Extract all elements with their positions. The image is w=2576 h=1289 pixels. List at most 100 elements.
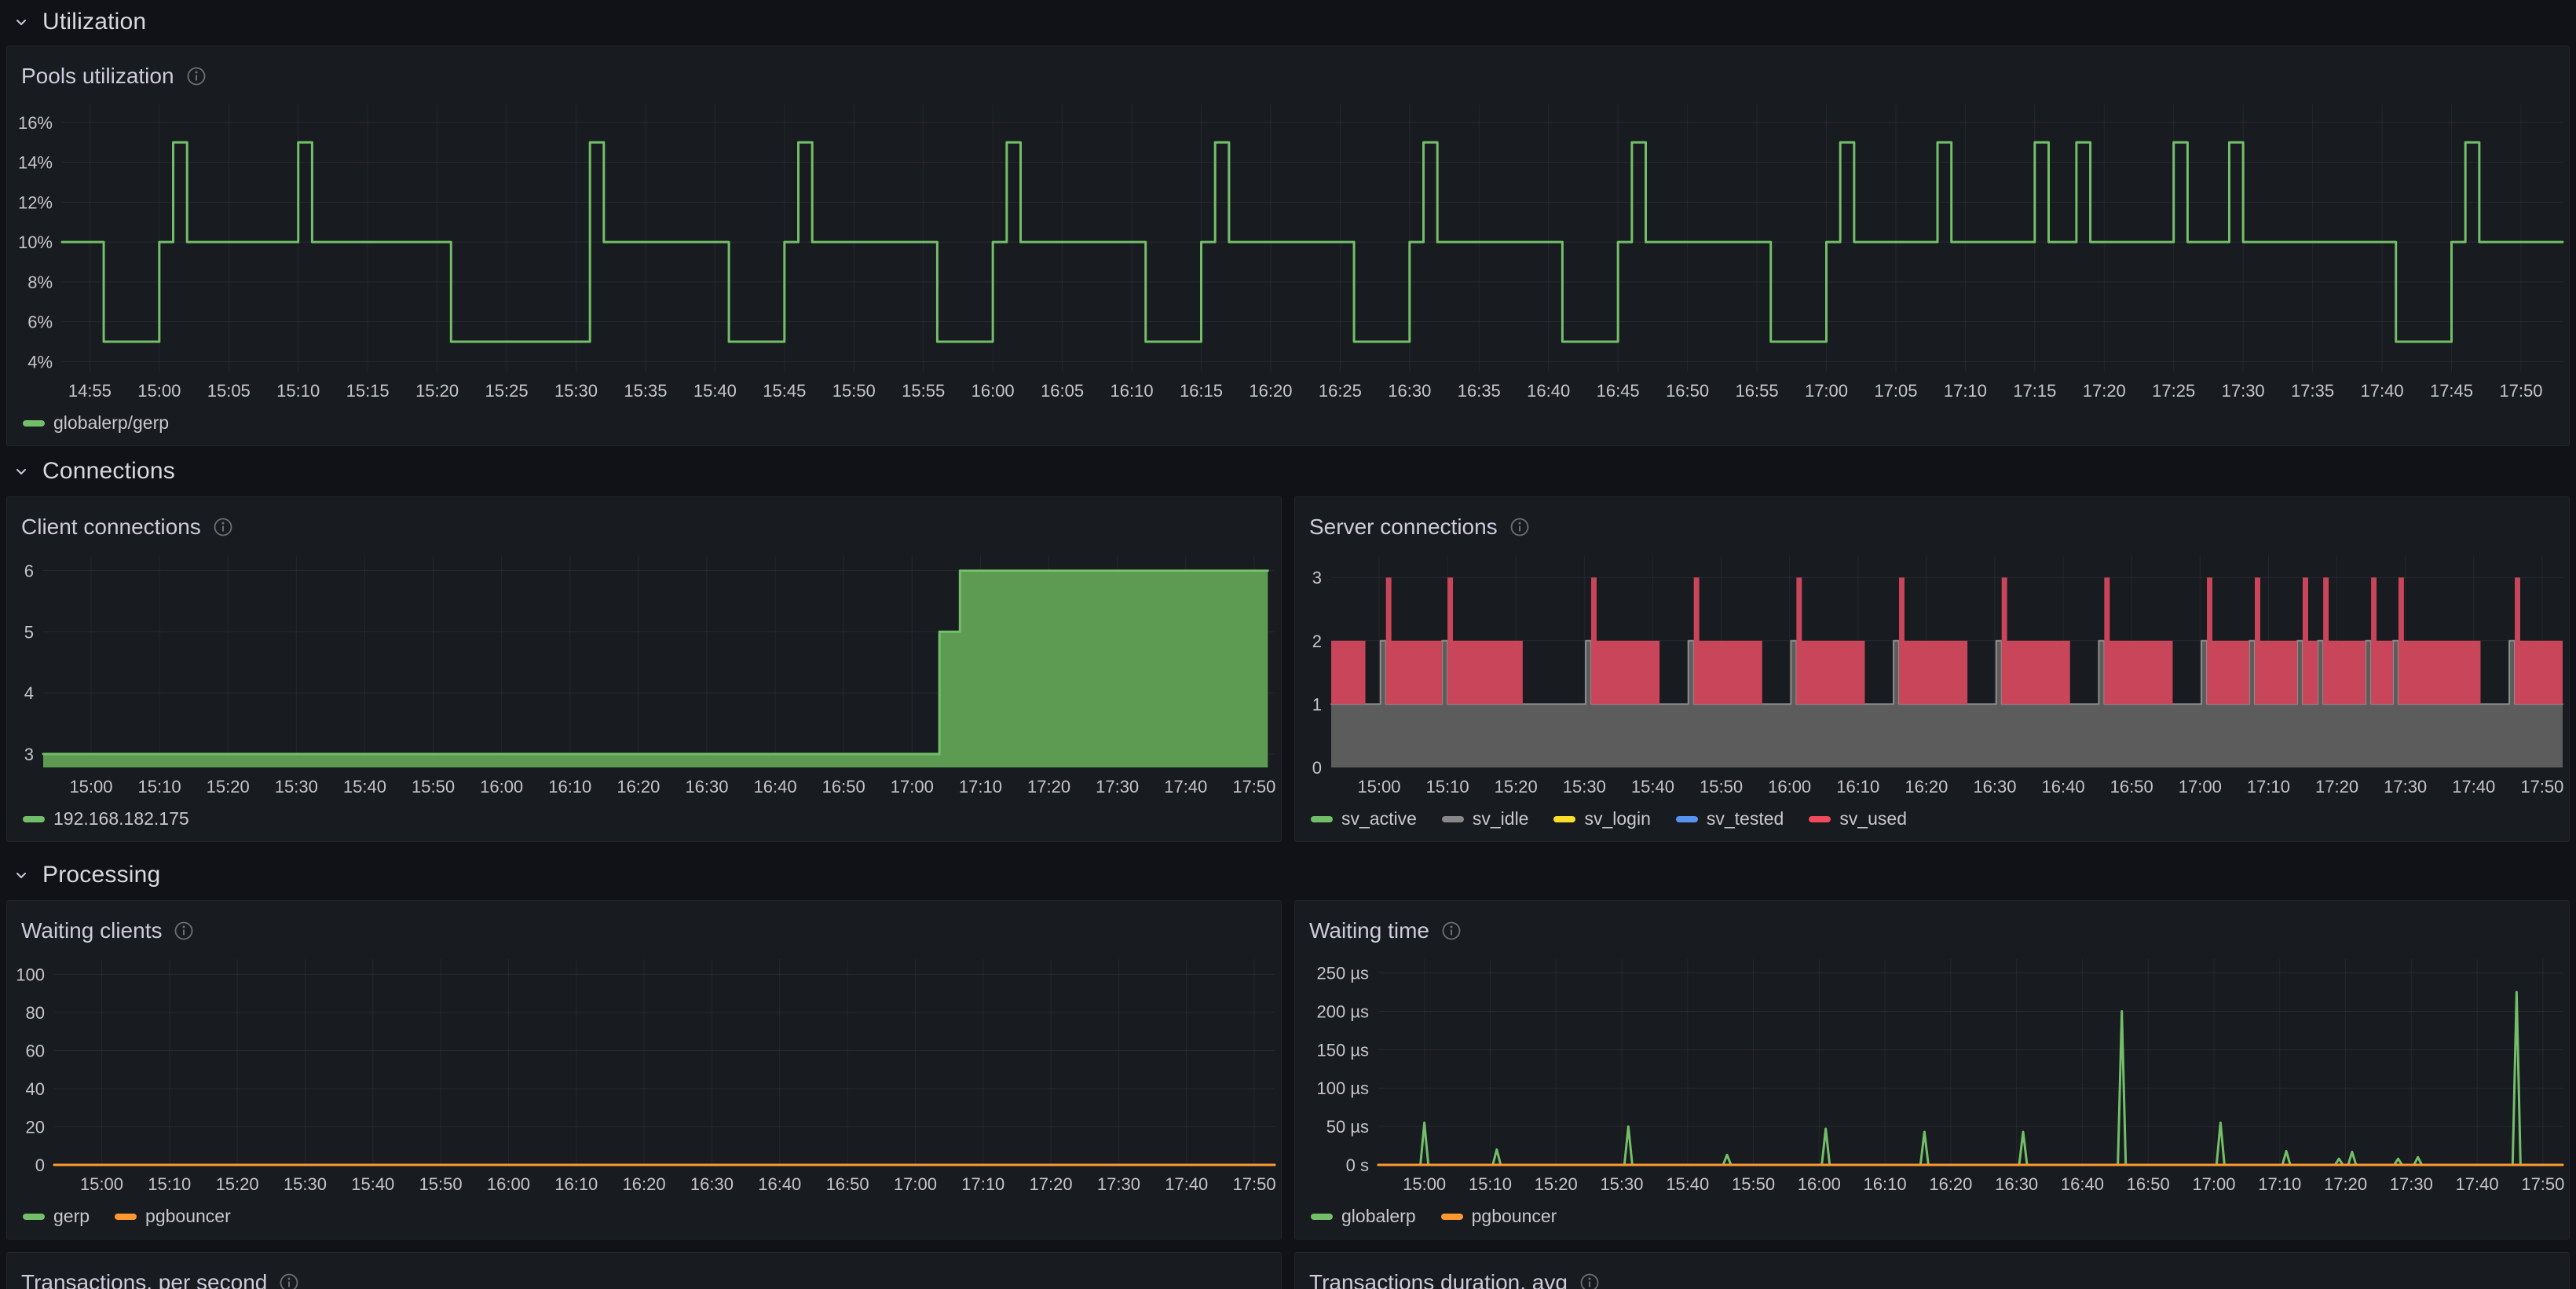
svg-text:0: 0 <box>1312 758 1322 778</box>
svg-text:17:50: 17:50 <box>2521 1174 2564 1194</box>
legend-label: pgbouncer <box>145 1206 231 1227</box>
legend-item[interactable]: sv_used <box>1809 808 1907 829</box>
legend-item[interactable]: 192.168.182.175 <box>23 808 189 829</box>
legend-label: sv_used <box>1839 808 1907 829</box>
svg-text:16:10: 16:10 <box>1111 381 1154 401</box>
legend-item[interactable]: sv_login <box>1553 808 1650 829</box>
svg-text:200 µs: 200 µs <box>1317 1002 1370 1021</box>
svg-text:3: 3 <box>24 745 34 764</box>
section-title: Processing <box>42 862 160 888</box>
svg-text:16:20: 16:20 <box>617 777 660 796</box>
panel-header[interactable]: Transactions duration, avg <box>1295 1253 2569 1289</box>
svg-text:15:45: 15:45 <box>763 381 806 401</box>
pools-utilization-chart[interactable]: 4%6%8%10%12%14%16%14:5515:0015:0515:1015… <box>7 97 2569 408</box>
svg-text:16:50: 16:50 <box>1666 381 1709 401</box>
panel-pools-utilization: Pools utilization 4%6%8%10%12%14%16%14:5… <box>6 46 2570 446</box>
section-header-processing[interactable]: Processing <box>0 853 160 897</box>
svg-text:15:20: 15:20 <box>1495 777 1538 796</box>
info-icon[interactable] <box>279 1273 299 1289</box>
svg-text:17:15: 17:15 <box>2013 381 2056 401</box>
svg-text:5: 5 <box>24 622 34 642</box>
server-connections-legend: sv_active sv_idle sv_login sv_tested sv_used <box>1295 804 2569 841</box>
svg-text:17:40: 17:40 <box>1164 777 1207 796</box>
legend-item[interactable]: globalerp <box>1311 1206 1416 1227</box>
waiting-clients-chart[interactable]: 02040608010015:0015:1015:2015:3015:4015:… <box>7 951 1281 1201</box>
svg-text:17:30: 17:30 <box>2222 381 2265 401</box>
svg-text:16:30: 16:30 <box>690 1174 734 1194</box>
svg-text:16:00: 16:00 <box>971 381 1015 401</box>
svg-text:17:30: 17:30 <box>1097 1174 1140 1194</box>
svg-text:15:50: 15:50 <box>832 381 876 401</box>
svg-text:150 µs: 150 µs <box>1317 1040 1370 1060</box>
svg-text:17:00: 17:00 <box>1805 381 1848 401</box>
legend-swatch <box>1311 816 1333 822</box>
panel-header[interactable]: Server connections <box>1295 497 2569 547</box>
svg-text:17:30: 17:30 <box>2390 1174 2433 1194</box>
panel-header[interactable]: Pools utilization <box>7 46 2569 97</box>
svg-text:17:20: 17:20 <box>2324 1174 2367 1194</box>
legend-item[interactable]: pgbouncer <box>115 1206 231 1227</box>
svg-text:17:20: 17:20 <box>2315 777 2358 796</box>
svg-text:17:00: 17:00 <box>2192 1174 2235 1194</box>
legend-label: globalerp/gerp <box>53 412 169 434</box>
info-icon[interactable] <box>1579 1273 1600 1289</box>
panel-server-connections: Server connections 012315:0015:1015:2015… <box>1294 496 2570 842</box>
chevron-down-icon <box>13 463 30 480</box>
section-title: Connections <box>42 458 175 485</box>
legend-item[interactable]: pgbouncer <box>1441 1206 1557 1227</box>
client-connections-chart[interactable]: 345615:0015:1015:2015:3015:4015:5016:001… <box>7 547 1281 804</box>
svg-text:15:20: 15:20 <box>216 1174 259 1194</box>
svg-text:6%: 6% <box>27 313 53 332</box>
svg-text:16:10: 16:10 <box>548 777 591 796</box>
waiting-time-chart[interactable]: 0 s50 µs100 µs150 µs200 µs250 µs15:0015:… <box>1295 951 2569 1201</box>
legend-swatch <box>115 1214 137 1220</box>
info-icon[interactable] <box>174 921 194 941</box>
svg-text:15:00: 15:00 <box>69 777 112 796</box>
legend-swatch <box>23 420 45 427</box>
legend-item[interactable]: sv_idle <box>1442 808 1529 829</box>
svg-text:15:40: 15:40 <box>693 381 737 401</box>
svg-text:15:30: 15:30 <box>1563 777 1606 796</box>
panel-waiting-time: Waiting time 0 s50 µs100 µs150 µs200 µs2… <box>1294 900 2570 1240</box>
svg-text:16:40: 16:40 <box>754 777 797 796</box>
svg-text:100: 100 <box>16 965 45 984</box>
svg-text:16%: 16% <box>18 113 53 133</box>
chevron-down-icon <box>13 13 30 31</box>
svg-text:16:40: 16:40 <box>758 1174 801 1194</box>
svg-text:4: 4 <box>24 683 34 703</box>
section-header-utilization[interactable]: Utilization <box>0 0 146 44</box>
info-icon[interactable] <box>213 517 233 537</box>
info-icon[interactable] <box>186 66 207 86</box>
server-connections-chart[interactable]: 012315:0015:1015:2015:3015:4015:5016:001… <box>1295 547 2569 804</box>
svg-text:17:00: 17:00 <box>2179 777 2222 796</box>
svg-text:17:25: 17:25 <box>2152 381 2195 401</box>
panel-header[interactable]: Client connections <box>7 497 1281 547</box>
svg-text:16:15: 16:15 <box>1180 381 1223 401</box>
svg-text:15:50: 15:50 <box>1700 777 1743 796</box>
svg-text:15:00: 15:00 <box>80 1174 123 1194</box>
svg-text:16:40: 16:40 <box>2061 1174 2104 1194</box>
legend-label: gerp <box>53 1206 90 1227</box>
panel-header[interactable]: Waiting time <box>1295 901 2569 951</box>
legend-item[interactable]: sv_active <box>1311 808 1417 829</box>
panel-header[interactable]: Transactions, per second <box>7 1253 1281 1289</box>
svg-text:8%: 8% <box>27 273 53 292</box>
svg-text:16:05: 16:05 <box>1041 381 1084 401</box>
legend-swatch <box>1441 1214 1463 1220</box>
svg-text:16:20: 16:20 <box>1905 777 1948 796</box>
legend-item[interactable]: globalerp/gerp <box>23 412 169 434</box>
panel-title: Pools utilization <box>21 64 174 89</box>
svg-text:15:00: 15:00 <box>1357 777 1400 796</box>
svg-text:15:40: 15:40 <box>1631 777 1674 796</box>
panel-transactions-duration-avg: Transactions duration, avg <box>1294 1252 2570 1289</box>
svg-text:17:20: 17:20 <box>2083 381 2126 401</box>
pools-utilization-legend: globalerp/gerp <box>7 408 2569 445</box>
info-icon[interactable] <box>1441 921 1462 941</box>
svg-text:40: 40 <box>26 1079 45 1099</box>
info-icon[interactable] <box>1509 517 1530 537</box>
legend-item[interactable]: gerp <box>23 1206 90 1227</box>
legend-item[interactable]: sv_tested <box>1676 808 1784 829</box>
legend-swatch <box>1311 1214 1333 1220</box>
panel-header[interactable]: Waiting clients <box>7 901 1281 951</box>
section-header-connections[interactable]: Connections <box>0 449 175 493</box>
